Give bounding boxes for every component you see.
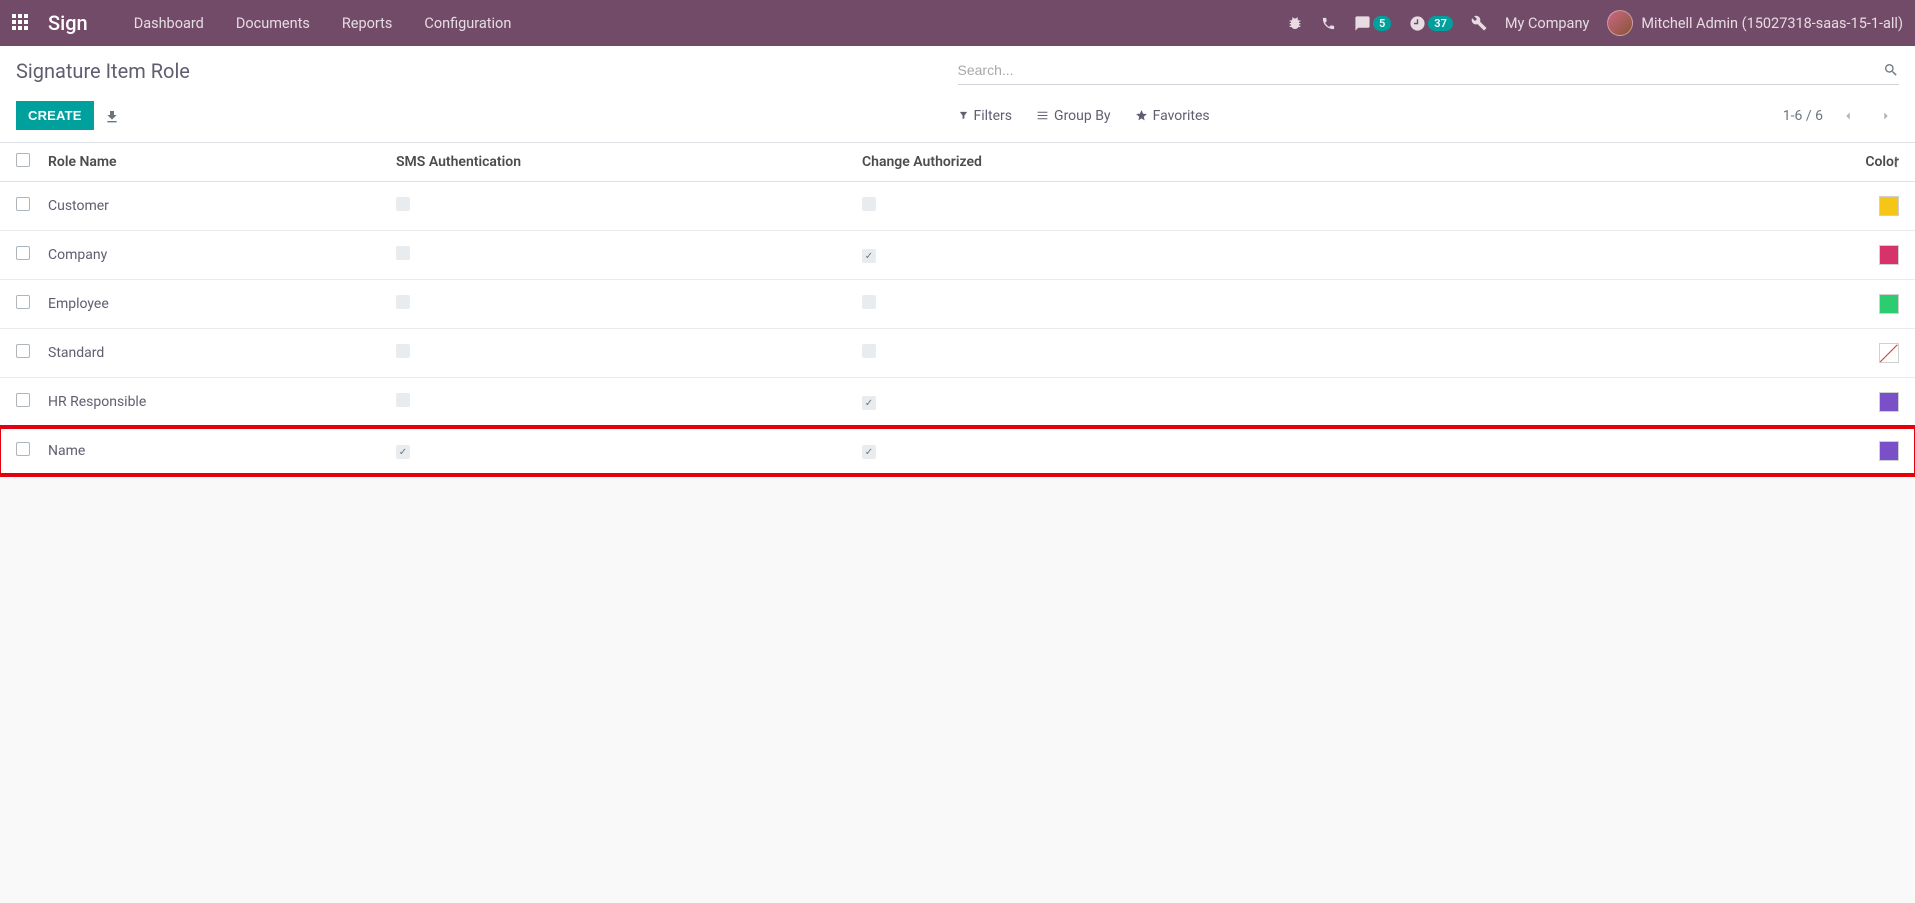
company-switcher[interactable]: My Company xyxy=(1505,15,1589,32)
favorites-label: Favorites xyxy=(1153,108,1210,124)
list-icon xyxy=(1036,109,1049,122)
cell-sms-checkbox[interactable] xyxy=(396,246,410,260)
filters-label: Filters xyxy=(974,108,1013,124)
table-row[interactable]: Standard xyxy=(0,329,1915,378)
color-swatch[interactable] xyxy=(1879,294,1899,314)
user-avatar-icon xyxy=(1607,10,1633,36)
cell-change-checkbox[interactable] xyxy=(862,344,876,358)
cell-role-name: Name xyxy=(48,443,396,459)
cell-sms-checkbox[interactable] xyxy=(396,197,410,211)
activities-icon[interactable]: 37 xyxy=(1409,15,1453,32)
row-checkbox[interactable] xyxy=(16,197,30,211)
groupby-button[interactable]: Group By xyxy=(1036,108,1111,124)
cell-role-name: Standard xyxy=(48,345,396,361)
filter-icon xyxy=(958,110,969,121)
search-container xyxy=(958,56,1900,85)
star-icon xyxy=(1135,109,1148,122)
color-swatch[interactable] xyxy=(1879,441,1899,461)
pager-prev-icon[interactable] xyxy=(1835,103,1861,128)
table-row[interactable]: Employee xyxy=(0,280,1915,329)
nav-item-documents[interactable]: Documents xyxy=(220,15,326,32)
nav-item-dashboard[interactable]: Dashboard xyxy=(118,15,220,32)
cp-right: Filters Group By Favorites 1-6 / 6 xyxy=(958,103,1900,128)
table-row[interactable]: HR Responsible xyxy=(0,378,1915,427)
nav-menu: Dashboard Documents Reports Configuratio… xyxy=(118,15,528,32)
import-icon[interactable] xyxy=(104,106,120,124)
table-row[interactable]: Name xyxy=(0,427,1915,476)
tools-icon[interactable] xyxy=(1471,15,1487,31)
color-swatch[interactable] xyxy=(1879,245,1899,265)
header-change[interactable]: Change Authorized xyxy=(862,154,1839,170)
header-sms[interactable]: SMS Authentication xyxy=(396,154,862,170)
row-checkbox[interactable] xyxy=(16,246,30,260)
nav-left: Sign Dashboard Documents Reports Configu… xyxy=(12,11,527,35)
list-view: Role Name SMS Authentication Change Auth… xyxy=(0,143,1915,476)
control-panel: Signature Item Role CREATE Filters Group… xyxy=(0,46,1915,143)
header-role-name[interactable]: Role Name xyxy=(48,154,396,170)
activities-badge: 37 xyxy=(1428,16,1453,31)
nav-right: 5 37 My Company Mitchell Admin (15027318… xyxy=(1287,10,1903,36)
color-swatch[interactable] xyxy=(1879,343,1899,363)
create-button[interactable]: CREATE xyxy=(16,101,94,130)
phone-icon[interactable] xyxy=(1321,16,1336,31)
nav-item-reports[interactable]: Reports xyxy=(326,15,409,32)
cp-buttons: CREATE xyxy=(16,101,958,130)
page-title: Signature Item Role xyxy=(16,59,958,83)
color-swatch[interactable] xyxy=(1879,392,1899,412)
user-name-label: Mitchell Admin (15027318-saas-15-1-all) xyxy=(1641,15,1903,32)
color-swatch[interactable] xyxy=(1879,196,1899,216)
main-navbar: Sign Dashboard Documents Reports Configu… xyxy=(0,0,1915,46)
cell-change-checkbox[interactable] xyxy=(862,396,876,410)
cp-toolbar: Filters Group By Favorites xyxy=(958,108,1210,124)
app-brand[interactable]: Sign xyxy=(48,11,88,35)
pager-value[interactable]: 1-6 / 6 xyxy=(1783,108,1823,124)
pager-next-icon[interactable] xyxy=(1873,103,1899,128)
search-input[interactable] xyxy=(958,56,1884,84)
table-row[interactable]: Company xyxy=(0,231,1915,280)
cell-change-checkbox[interactable] xyxy=(862,197,876,211)
cell-role-name: Employee xyxy=(48,296,396,312)
select-all-checkbox[interactable] xyxy=(16,153,30,167)
cell-sms-checkbox[interactable] xyxy=(396,393,410,407)
apps-launcher-icon[interactable] xyxy=(12,14,30,32)
user-menu[interactable]: Mitchell Admin (15027318-saas-15-1-all) xyxy=(1607,10,1903,36)
table-row[interactable]: Customer xyxy=(0,182,1915,231)
cell-change-checkbox[interactable] xyxy=(862,445,876,459)
row-checkbox[interactable] xyxy=(16,442,30,456)
nav-item-configuration[interactable]: Configuration xyxy=(408,15,527,32)
cell-sms-checkbox[interactable] xyxy=(396,344,410,358)
search-icon[interactable] xyxy=(1883,62,1899,78)
cell-role-name: Customer xyxy=(48,198,396,214)
cell-change-checkbox[interactable] xyxy=(862,249,876,263)
bug-icon[interactable] xyxy=(1287,15,1303,31)
cell-role-name: HR Responsible xyxy=(48,394,396,410)
filters-button[interactable]: Filters xyxy=(958,108,1013,124)
cell-sms-checkbox[interactable] xyxy=(396,445,410,459)
columns-options-icon[interactable] xyxy=(1889,154,1903,170)
table-header: Role Name SMS Authentication Change Auth… xyxy=(0,143,1915,182)
row-checkbox[interactable] xyxy=(16,344,30,358)
groupby-label: Group By xyxy=(1054,108,1111,124)
cell-sms-checkbox[interactable] xyxy=(396,295,410,309)
favorites-button[interactable]: Favorites xyxy=(1135,108,1210,124)
row-checkbox[interactable] xyxy=(16,393,30,407)
row-checkbox[interactable] xyxy=(16,295,30,309)
cell-role-name: Company xyxy=(48,247,396,263)
messages-icon[interactable]: 5 xyxy=(1354,15,1391,32)
pager: 1-6 / 6 xyxy=(1783,103,1899,128)
messages-badge: 5 xyxy=(1373,16,1391,31)
cell-change-checkbox[interactable] xyxy=(862,295,876,309)
table-body: Customer Company Employee Standard HR Respon… xyxy=(0,182,1915,476)
